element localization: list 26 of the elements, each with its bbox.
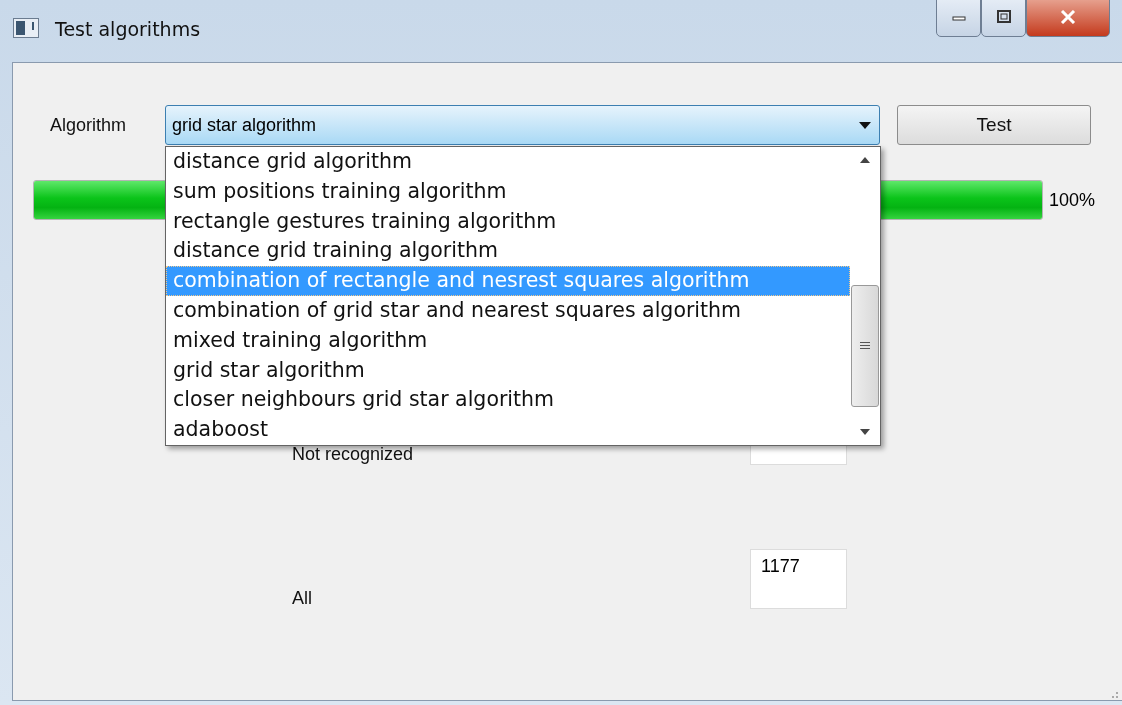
result-label: All: [292, 588, 313, 609]
result-field: 1177: [750, 549, 847, 609]
algorithm-dropdown[interactable]: grid star algorithm: [165, 105, 880, 145]
dropdown-option[interactable]: mixed training algorithm: [166, 325, 850, 356]
dropdown-option[interactable]: distance grid algorithm: [166, 147, 850, 177]
dropdown-option[interactable]: distance grid training algorithm: [166, 236, 850, 267]
scrollbar-thumb[interactable]: [851, 285, 879, 407]
dropdown-option[interactable]: sum positions training algorithm: [166, 176, 850, 207]
scroll-down-icon[interactable]: [860, 429, 870, 435]
dropdown-option[interactable]: combination of grid star and nearest squares algorithm: [166, 296, 850, 326]
maximize-button[interactable]: [981, 0, 1026, 37]
dropdown-option[interactable]: grid star algorithm: [166, 355, 850, 386]
dropdown-option[interactable]: rectangle gestures training algorithm: [166, 206, 850, 237]
close-icon: [1059, 10, 1077, 24]
scroll-up-icon[interactable]: [860, 157, 870, 163]
caret-icon: [859, 121, 871, 129]
dropdown-option[interactable]: closer neighbours grid star algorithm: [166, 385, 850, 416]
test-button[interactable]: Test: [897, 105, 1091, 145]
dropdown-option[interactable]: adaboost: [166, 415, 850, 445]
window-icon: [13, 18, 39, 38]
result-label: Not recognized: [292, 444, 415, 465]
progress-reading: 100%: [1049, 189, 1096, 211]
window-title: Test algorithms: [55, 18, 201, 40]
maximize-icon: [995, 10, 1012, 24]
close-button[interactable]: [1026, 0, 1110, 37]
algorithm-label: Algorithm: [50, 114, 128, 136]
